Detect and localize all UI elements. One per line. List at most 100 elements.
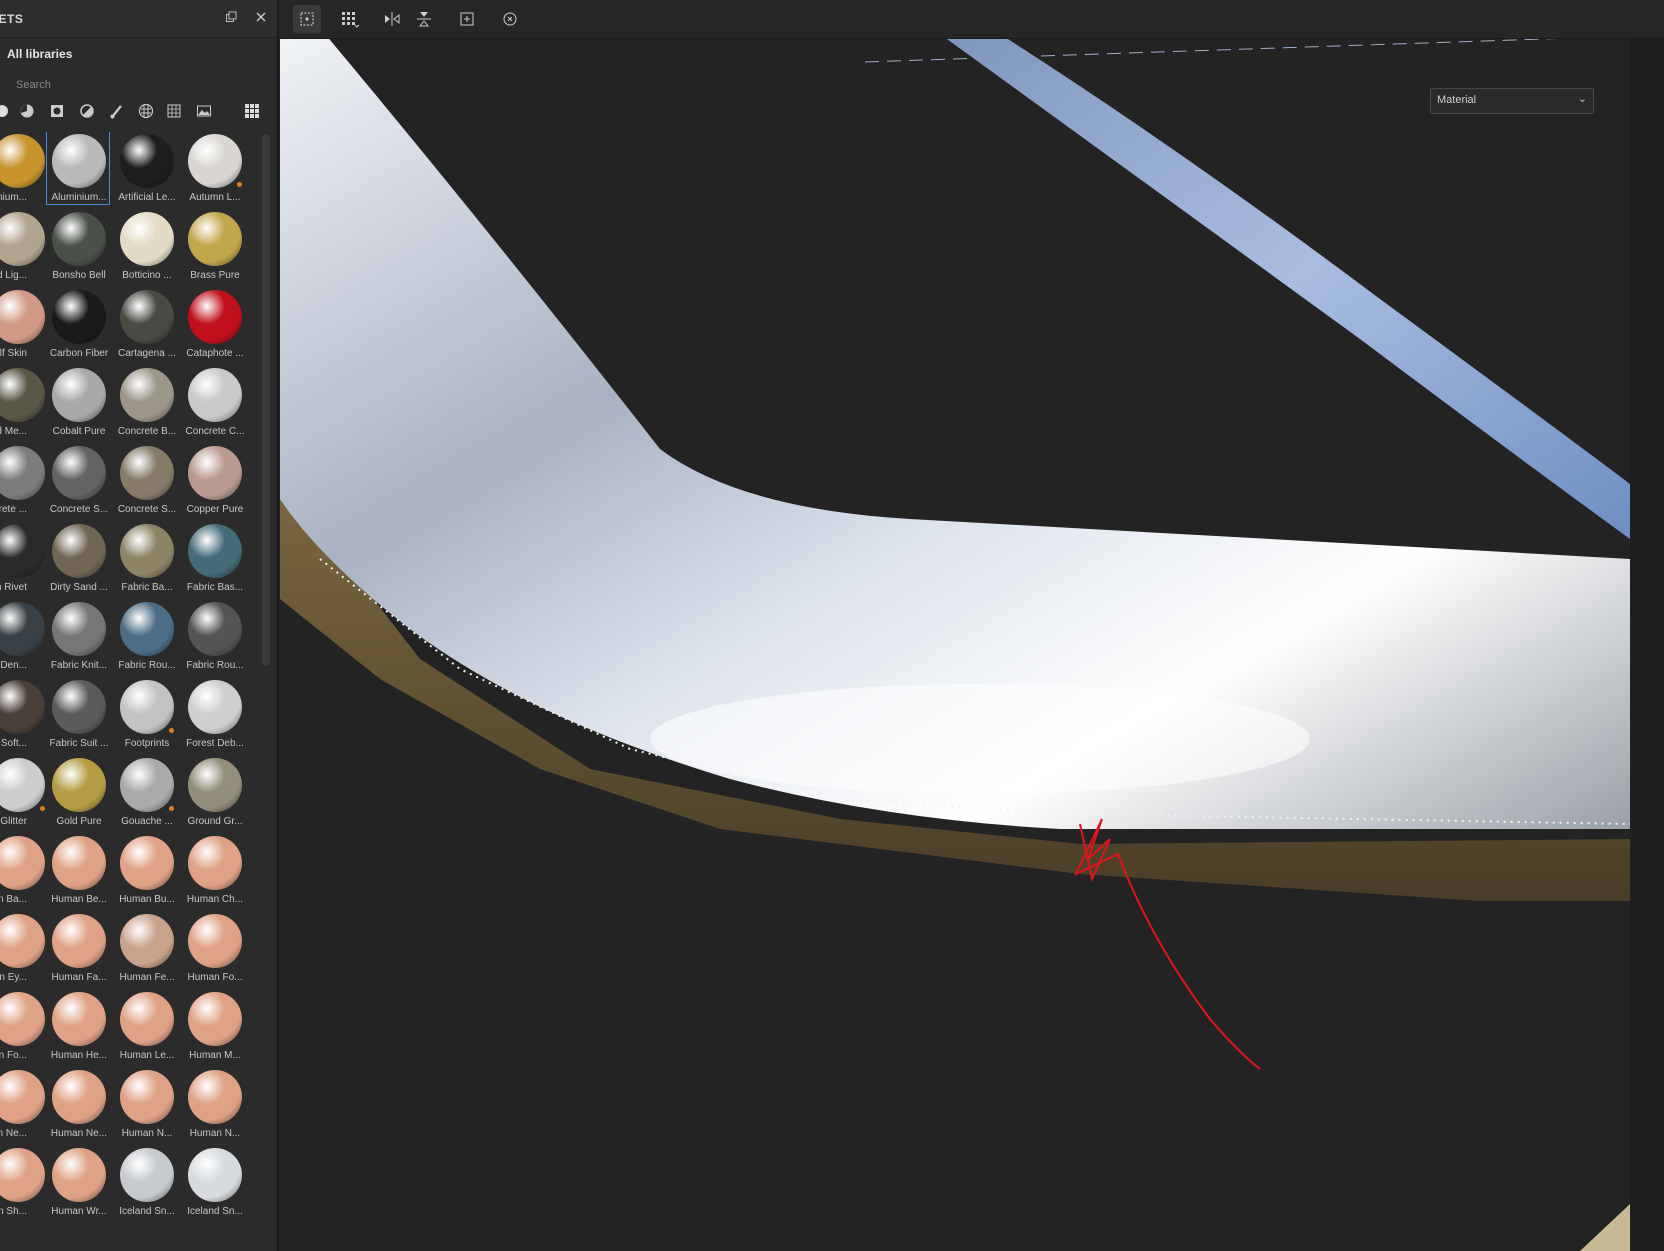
material-tile[interactable]: Fabric Ba... [116,522,182,598]
material-tile[interactable]: Human Ch... [184,834,250,910]
material-tile[interactable]: Human Fe... [116,912,182,988]
material-tile[interactable]: Human M... [184,990,250,1066]
material-tile[interactable]: Fabric Rou... [184,600,250,676]
material-tile[interactable]: Human Ne... [48,1068,114,1144]
display-grid-button[interactable] [336,5,364,33]
material-tile[interactable]: Human Fo... [184,912,250,988]
material-tile[interactable]: Iceland Sn... [116,1146,182,1222]
filter-brush-icon[interactable] [109,103,125,119]
material-label: Fabric Knit... [50,660,108,671]
material-tile[interactable]: Artificial Le... [116,132,182,208]
material-label: Gouache ... [121,816,173,827]
material-tile[interactable]: Bonsho Bell [48,210,114,286]
material-tile[interactable]: Human Wr... [48,1146,114,1222]
reset-icon [503,12,517,26]
search-input[interactable] [0,75,277,95]
material-preview-sphere [120,212,174,266]
material-tile[interactable]: Human Le... [116,990,182,1066]
material-mode-select[interactable]: Material ⌄ [1430,88,1594,114]
material-label: nan Fo... [0,1050,27,1061]
mirror-x-button[interactable] [378,5,406,33]
material-tile[interactable]: Iceland Sn... [184,1146,250,1222]
filter-texture-icon[interactable] [138,103,154,119]
filter-bar [0,100,272,122]
filter-procedural-icon[interactable] [166,103,182,119]
material-label: Autumn L... [189,192,241,203]
filter-material-icon[interactable] [19,103,35,119]
material-tile[interactable]: Cartagena ... [116,288,182,364]
material-tile[interactable]: Autumn L... [184,132,250,208]
material-tile[interactable]: Aluminium... [46,132,114,208]
material-tile[interactable]: Fabric Rou... [116,600,182,676]
material-tile[interactable]: Human N... [116,1068,182,1144]
material-label: Cataphote ... [186,348,244,359]
material-tile[interactable]: Fabric Bas... [184,522,250,598]
material-tile[interactable]: Gouache ... [116,756,182,832]
filter-environment-icon[interactable] [196,103,212,119]
filter-smart-material-icon[interactable] [49,103,65,119]
material-preview-sphere [188,212,242,266]
material-preview-sphere [52,524,106,578]
panel-scrollbar[interactable] [262,135,270,665]
material-tile[interactable]: Human N... [184,1068,250,1144]
material-label: Fabric Rou... [118,660,176,671]
material-tile[interactable]: Human Fa... [48,912,114,988]
material-preview-sphere [120,446,174,500]
filter-mask-icon[interactable] [79,103,95,119]
material-preview-sphere [188,134,242,188]
material-label: Fabric Suit ... [49,738,109,749]
material-tile[interactable]: Gold Pure [48,756,114,832]
material-tile[interactable]: Concrete C... [184,366,250,442]
material-tile[interactable]: Fabric Knit... [48,600,114,676]
material-label: Human Le... [119,1050,175,1061]
material-preview-sphere [120,524,174,578]
material-tile[interactable]: Forest Deb... [184,678,250,754]
material-tile[interactable]: Concrete S... [48,444,114,520]
material-preview-sphere [120,758,174,812]
material-tile[interactable]: Footprints [116,678,182,754]
material-label: Human Ch... [186,894,244,905]
assets-panel: SETS All libraries minium...Aluminium. [0,0,278,1251]
material-preview-sphere [52,134,106,188]
material-preview-sphere [52,368,106,422]
material-label: Fabric Rou... [186,660,244,671]
3d-viewport[interactable]: Material ⌄ [280,39,1630,1251]
badge-dot-icon [169,728,174,733]
material-tile[interactable]: Fabric Suit ... [48,678,114,754]
filter-all-icon[interactable] [0,103,10,119]
material-tile[interactable]: Concrete B... [116,366,182,442]
material-label: Iceland Sn... [187,1206,243,1217]
reset-camera-button[interactable] [496,5,524,33]
material-tile[interactable]: Copper Pure [184,444,250,520]
material-tile[interactable]: Carbon Fiber [48,288,114,364]
material-tile[interactable]: Human Bu... [116,834,182,910]
material-label: Human Fe... [119,972,175,983]
material-label: ric Soft... [0,738,27,749]
material-tile[interactable]: Human He... [48,990,114,1066]
material-tile[interactable]: Botticino ... [116,210,182,286]
material-tile[interactable]: Concrete S... [116,444,182,520]
material-tile[interactable]: Dirty Sand ... [48,522,114,598]
camera-frame-icon [300,12,314,26]
grid-view-icon[interactable] [244,103,260,119]
panel-title: SETS [0,12,24,26]
material-tile[interactable]: Ground Gr... [184,756,250,832]
material-label: ric Den... [0,660,27,671]
material-preview-sphere [120,680,174,734]
library-selector[interactable]: All libraries [7,47,72,61]
material-tile[interactable]: Brass Pure [184,210,250,286]
fit-view-button[interactable] [453,5,481,33]
material-label: Concrete C... [185,426,245,437]
material-preview-sphere [52,212,106,266]
undock-icon[interactable] [223,10,239,26]
symmetry-y-icon [417,12,431,27]
viewport-toolbar [280,0,1664,39]
toggle-2d-view-button[interactable] [293,5,321,33]
material-tile[interactable]: Cataphote ... [184,288,250,364]
specular-highlight [650,684,1310,794]
material-preview-sphere [188,368,242,422]
material-tile[interactable]: Human Be... [48,834,114,910]
close-icon[interactable] [253,10,269,26]
material-tile[interactable]: Cobalt Pure [48,366,114,442]
mirror-y-button[interactable] [410,5,438,33]
